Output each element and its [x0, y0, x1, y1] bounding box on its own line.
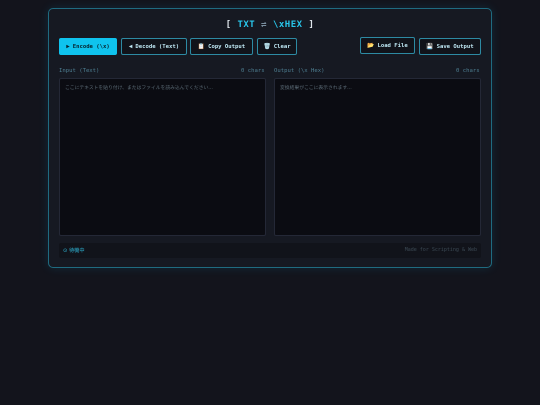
save-output-button[interactable]: 💾 Save Output: [419, 38, 481, 55]
title-bracket-close: ]: [302, 20, 315, 30]
save-output-button-label: Save Output: [436, 43, 474, 50]
footer-credit: Made for Scripting & Web: [404, 247, 477, 253]
app-title: [ TXT ⇌ \xHEX ]: [0, 20, 540, 30]
back-arrow-icon: ◀: [128, 43, 133, 50]
title-txt: TXT: [237, 20, 256, 30]
encode-button-label: Encode (\x): [72, 43, 110, 50]
title-swap-symbol: ⇌: [255, 20, 273, 30]
output-textarea[interactable]: 変換結果がここに表示されます...: [274, 78, 481, 236]
input-char-count: 0 chars: [241, 68, 265, 74]
floppy-disk-icon: 💾: [426, 43, 434, 50]
decode-button[interactable]: ◀ Decode (Text): [121, 38, 187, 55]
input-label: Input (Text): [59, 68, 100, 74]
decode-button-label: Decode (Text): [135, 43, 180, 50]
input-placeholder: ここにテキストを貼り付け、またはファイルを読み込んでください...: [65, 86, 213, 91]
title-bracket-open: [: [225, 20, 238, 30]
output-char-count: 0 chars: [456, 68, 480, 74]
input-textarea[interactable]: ここにテキストを貼り付け、またはファイルを読み込んでください...: [59, 78, 266, 236]
play-icon: ▶: [66, 43, 70, 50]
copy-output-button-label: Copy Output: [208, 43, 246, 50]
trash-icon: 🗑: [263, 43, 271, 50]
encode-button[interactable]: ▶ Encode (\x): [59, 38, 117, 55]
load-file-button-label: Load File: [377, 42, 408, 49]
clear-button-label: Clear: [273, 43, 291, 50]
output-placeholder: 変換結果がここに表示されます...: [280, 86, 352, 91]
status-text: ⊙ 待機中: [63, 248, 85, 254]
folder-icon: 📂: [367, 42, 375, 49]
status-bar: ⊙ 待機中 Made for Scripting & Web: [59, 243, 481, 258]
output-label: Output (\x Hex): [274, 68, 325, 74]
load-file-button[interactable]: 📂 Load File: [360, 37, 415, 54]
clear-button[interactable]: 🗑 Clear: [257, 38, 297, 55]
title-hex: \xHEX: [272, 20, 303, 30]
copy-output-button[interactable]: 📋 Copy Output: [190, 38, 253, 55]
clipboard-icon: 📋: [197, 43, 206, 50]
